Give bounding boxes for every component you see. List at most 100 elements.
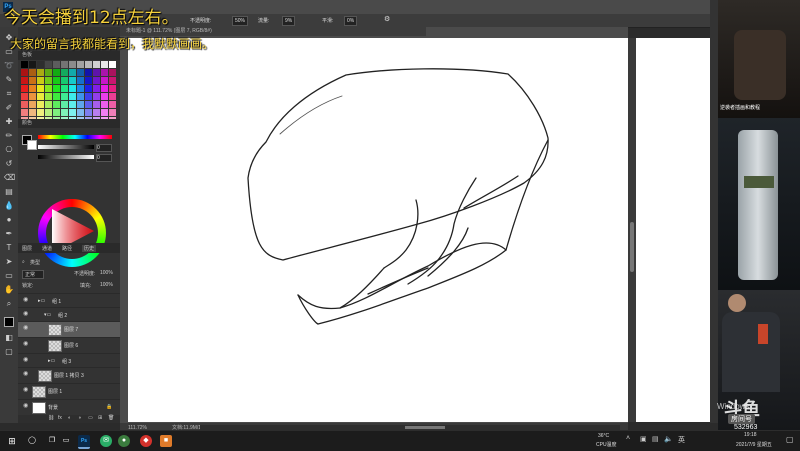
layer-row-copy-3[interactable]: ◉ 图层 1 拷贝 3 xyxy=(18,367,120,384)
color-swatch[interactable] xyxy=(85,85,92,92)
color-swatch[interactable] xyxy=(45,61,52,68)
color-swatch[interactable] xyxy=(61,77,68,84)
new-layer-icon[interactable]: ⊞ xyxy=(98,415,102,421)
brush-tool-icon[interactable]: ✏ xyxy=(4,131,14,141)
color-swatch[interactable] xyxy=(53,109,60,116)
canvas[interactable] xyxy=(128,38,628,422)
tab-paths[interactable]: 路径 xyxy=(62,245,72,252)
reference-canvas[interactable] xyxy=(636,38,710,422)
search-icon[interactable]: ◯ xyxy=(26,435,38,447)
layer-opacity-value[interactable]: 100% xyxy=(100,270,113,276)
layer-filter-label[interactable]: 类型 xyxy=(30,259,40,266)
clock-date[interactable]: 2021/7/9 星期五 xyxy=(736,441,772,448)
color-swatch[interactable] xyxy=(21,69,28,76)
volume-icon[interactable]: 🔈 xyxy=(664,435,673,443)
color-swatch[interactable] xyxy=(29,61,36,68)
color-swatch[interactable] xyxy=(101,85,108,92)
wechat-icon[interactable]: ✉ xyxy=(100,435,112,447)
color-swatch[interactable] xyxy=(61,61,68,68)
color-swatch[interactable] xyxy=(29,77,36,84)
color-swatch[interactable] xyxy=(61,101,68,108)
color-swatch[interactable] xyxy=(93,85,100,92)
app-icon[interactable]: ◆ xyxy=(140,435,152,447)
history-brush-icon[interactable]: ↺ xyxy=(4,159,14,169)
color-swatch[interactable] xyxy=(37,109,44,116)
color-swatch[interactable] xyxy=(109,69,116,76)
lasso-tool-icon[interactable]: ➰ xyxy=(4,61,14,71)
app-icon-2[interactable]: ■ xyxy=(160,435,172,447)
adjustment-icon[interactable]: ◑ xyxy=(78,415,81,421)
hand-tool-icon[interactable]: ✋ xyxy=(4,285,14,295)
pen-tool-icon[interactable]: ✒ xyxy=(4,229,14,239)
visibility-eye-icon[interactable]: ◉ xyxy=(23,297,29,303)
color-swatch[interactable] xyxy=(37,69,44,76)
color-swatch[interactable] xyxy=(45,93,52,100)
color-swatch[interactable] xyxy=(85,109,92,116)
color-swatch[interactable] xyxy=(53,77,60,84)
photoshop-icon[interactable]: Ps xyxy=(78,435,90,449)
blend-mode-select[interactable]: 正常 xyxy=(22,270,45,279)
vertical-scroll-thumb[interactable] xyxy=(630,222,634,272)
color-swatch[interactable] xyxy=(93,61,100,68)
color-swatch[interactable] xyxy=(53,93,60,100)
notification-icon[interactable]: ▢ xyxy=(786,435,794,444)
layer-row-6[interactable]: ◉ 图层 6 xyxy=(18,337,120,354)
foreground-color-icon[interactable] xyxy=(4,317,14,327)
color-swatch[interactable] xyxy=(109,61,116,68)
eraser-tool-icon[interactable]: ⌫ xyxy=(4,173,15,183)
color-swatch[interactable] xyxy=(53,69,60,76)
color-swatch[interactable] xyxy=(93,101,100,108)
layer-row-1[interactable]: ◉ 图层 1 xyxy=(18,383,120,400)
color-swatch[interactable] xyxy=(93,77,100,84)
color-swatch[interactable] xyxy=(37,85,44,92)
shape-tool-icon[interactable]: ▭ xyxy=(4,271,14,281)
color-swatch[interactable] xyxy=(109,109,116,116)
stamp-tool-icon[interactable]: ⎔ xyxy=(4,145,14,155)
visibility-eye-icon[interactable]: ◉ xyxy=(23,387,29,393)
color-swatch[interactable] xyxy=(29,93,36,100)
flow-field[interactable]: 9% xyxy=(282,16,296,26)
input-method-icon[interactable]: 英 xyxy=(678,435,685,445)
color-swatch[interactable] xyxy=(109,101,116,108)
color-swatch[interactable] xyxy=(69,101,76,108)
brightness-slider[interactable] xyxy=(38,155,94,159)
color-swatch[interactable] xyxy=(77,69,84,76)
color-swatch[interactable] xyxy=(53,85,60,92)
crop-tool-icon[interactable]: ⌗ xyxy=(4,89,14,99)
brush-opacity-field[interactable]: 50% xyxy=(232,16,249,26)
type-tool-icon[interactable]: T xyxy=(4,243,14,253)
clock-time[interactable]: 19:18 xyxy=(744,432,757,438)
horizontal-scroll-thumb[interactable] xyxy=(405,426,445,429)
color-swatch[interactable] xyxy=(101,101,108,108)
color-swatch[interactable] xyxy=(29,101,36,108)
blur-tool-icon[interactable]: 💧 xyxy=(4,201,14,211)
smoothing-field[interactable]: 0% xyxy=(344,16,358,26)
network-icon[interactable]: ▤ xyxy=(652,435,659,443)
layer-row-7-selected[interactable]: ◉ 图层 7 xyxy=(18,321,120,338)
settings-gear-icon[interactable]: ⚙ xyxy=(384,15,390,23)
file-explorer-icon[interactable]: ▭ xyxy=(60,435,72,447)
color-swatch[interactable] xyxy=(77,85,84,92)
tab-layers[interactable]: 图层 xyxy=(22,245,32,252)
color-swatch[interactable] xyxy=(69,109,76,116)
color-swatch[interactable] xyxy=(77,61,84,68)
color-swatch[interactable] xyxy=(45,101,52,108)
saturation-slider[interactable] xyxy=(38,145,94,149)
fill-value[interactable]: 100% xyxy=(100,282,113,288)
tab-channels[interactable]: 通道 xyxy=(42,245,52,252)
color-swatch[interactable] xyxy=(61,85,68,92)
color-swatch[interactable] xyxy=(77,77,84,84)
color-swatch[interactable] xyxy=(85,61,92,68)
color-swatch[interactable] xyxy=(93,69,100,76)
color-swatch[interactable] xyxy=(29,109,36,116)
color-swatch[interactable] xyxy=(21,77,28,84)
task-view-icon[interactable]: ❐ xyxy=(46,435,58,447)
color-swatch[interactable] xyxy=(69,85,76,92)
eyedropper-icon[interactable]: ✐ xyxy=(4,103,14,113)
path-select-icon[interactable]: ➤ xyxy=(4,257,14,267)
color-swatch[interactable] xyxy=(93,93,100,100)
color-swatch[interactable] xyxy=(21,61,28,68)
color-swatch[interactable] xyxy=(37,101,44,108)
color-swatch[interactable] xyxy=(69,61,76,68)
color-swatch[interactable] xyxy=(45,85,52,92)
